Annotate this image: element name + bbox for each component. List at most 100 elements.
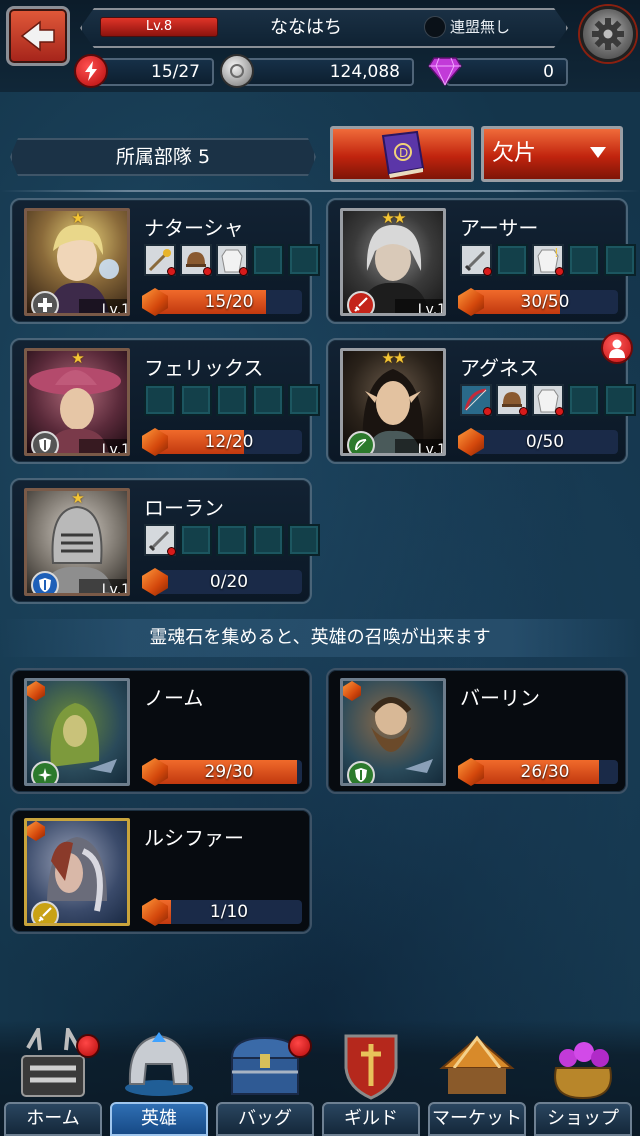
helmet-icon bbox=[116, 1028, 202, 1100]
hero-name: バーリン bbox=[460, 686, 540, 710]
equipment-slot-empty[interactable] bbox=[180, 384, 212, 416]
equipment-slot-sword[interactable] bbox=[460, 244, 492, 276]
hero-level: Lv.12 bbox=[395, 299, 443, 313]
soul-progress-bar: 0/50 bbox=[472, 430, 618, 454]
soul-progress-bar: 0/20 bbox=[156, 570, 302, 594]
hero-name: ローラン bbox=[144, 496, 224, 520]
soul-progress-text: 26/30 bbox=[520, 762, 570, 782]
alliance-icon bbox=[424, 16, 446, 38]
summon-card-gnome[interactable]: ノーム 29/30 bbox=[10, 668, 312, 794]
hero-stars: ★★ bbox=[381, 209, 407, 227]
market-tent-icon bbox=[434, 1028, 520, 1100]
equipment-slot-sword[interactable] bbox=[144, 524, 176, 556]
shield-icon bbox=[31, 571, 59, 593]
hero-portrait: ★ Lv.12 bbox=[24, 348, 130, 456]
hero-level: Lv.12 bbox=[395, 439, 443, 453]
equipment-slot-helmet[interactable] bbox=[496, 384, 528, 416]
equipment-slot-empty[interactable] bbox=[604, 244, 636, 276]
soul-progress-text: 12/20 bbox=[204, 432, 254, 452]
hero-level: Lv.12 bbox=[79, 439, 127, 453]
equipment-slot-armor[interactable] bbox=[216, 244, 248, 276]
hero-stars: ★ bbox=[71, 349, 84, 367]
soul-progress-bar: 29/30 bbox=[156, 760, 302, 784]
equipment-slot-empty[interactable] bbox=[216, 384, 248, 416]
stamina-icon bbox=[74, 54, 108, 88]
notification-badge[interactable] bbox=[601, 332, 633, 364]
equipment-slot-empty[interactable] bbox=[252, 244, 284, 276]
gem-icon bbox=[428, 54, 462, 88]
hero-portrait: ★★ Lv.12 bbox=[340, 348, 446, 456]
equipment-slots: ! bbox=[460, 244, 636, 278]
hero-name: アーサー bbox=[460, 216, 539, 240]
equipment-slot-empty[interactable] bbox=[252, 524, 284, 556]
summon-card-balin[interactable]: バーリン 26/30 bbox=[326, 668, 628, 794]
equipment-slot-empty[interactable] bbox=[288, 244, 320, 276]
equipment-slot-helmet[interactable] bbox=[180, 244, 212, 276]
hero-card-felix[interactable]: ★ Lv.12 フェリックス 12/20 bbox=[10, 338, 320, 464]
nav-shop[interactable]: ショップ bbox=[530, 1024, 636, 1136]
soul-progress-text: 0/50 bbox=[525, 432, 565, 452]
soul-progress-bar: 15/20 bbox=[156, 290, 302, 314]
equipment-slot-staff[interactable] bbox=[144, 244, 176, 276]
chevron-down-icon bbox=[590, 147, 606, 158]
equipment-slot-armor[interactable] bbox=[532, 384, 564, 416]
nav-guild[interactable]: ギルド bbox=[318, 1024, 424, 1136]
equipment-slot-empty[interactable] bbox=[144, 384, 176, 416]
coin-counter: 124,088 bbox=[238, 58, 414, 86]
hero-card-agnes[interactable]: ★★ Lv.12 アグネス 0/50 bbox=[326, 338, 636, 464]
equipment-slot-empty[interactable] bbox=[252, 384, 284, 416]
sparkle-icon bbox=[31, 761, 59, 783]
hero-portrait: ★ Lv.11 bbox=[24, 488, 130, 596]
soul-progress-bar: 26/30 bbox=[472, 760, 618, 784]
hero-portrait: ★★ Lv.12 bbox=[340, 208, 446, 316]
player-level-bar: Lv.8 bbox=[100, 17, 218, 37]
fragment-filter-label: 欠片 bbox=[492, 141, 537, 166]
equipment-slot-armor[interactable]: ! bbox=[532, 244, 564, 276]
stamina-counter: 15/27 bbox=[92, 58, 214, 86]
equipment-slot-empty[interactable] bbox=[216, 524, 248, 556]
hero-book-button[interactable]: D bbox=[330, 126, 474, 182]
equipment-slot-empty[interactable] bbox=[568, 384, 600, 416]
back-arrow-icon bbox=[20, 20, 55, 52]
back-button[interactable] bbox=[6, 6, 70, 66]
equipment-slots bbox=[144, 244, 320, 278]
section-divider bbox=[0, 190, 640, 192]
guild-shield-icon bbox=[328, 1028, 414, 1100]
equipment-slots bbox=[460, 384, 636, 418]
fragment-filter-dropdown[interactable]: 欠片 bbox=[481, 126, 623, 182]
equipment-slot-empty[interactable] bbox=[496, 244, 528, 276]
settings-button[interactable] bbox=[580, 6, 636, 62]
hero-stars: ★ bbox=[71, 209, 84, 227]
equipment-slot-empty[interactable] bbox=[568, 244, 600, 276]
hero-name: ルシファー bbox=[144, 826, 244, 850]
nav-home[interactable]: ホーム bbox=[0, 1024, 106, 1136]
nav-label: ショップ bbox=[534, 1102, 632, 1136]
shield-icon bbox=[347, 761, 375, 783]
equipment-slot-empty[interactable] bbox=[180, 524, 212, 556]
shield-icon bbox=[31, 431, 59, 453]
hero-portrait bbox=[24, 678, 130, 786]
soul-progress-bar: 30/50 bbox=[472, 290, 618, 314]
hero-card-arthur[interactable]: ★★ Lv.12 アーサー ! 30/50 bbox=[326, 198, 636, 324]
nav-market[interactable]: マーケット bbox=[424, 1024, 530, 1136]
equipment-slot-empty[interactable] bbox=[604, 384, 636, 416]
equipment-slot-empty[interactable] bbox=[288, 524, 320, 556]
equipment-slots bbox=[144, 524, 320, 558]
nav-bag[interactable]: バッグ bbox=[212, 1024, 318, 1136]
soul-progress-text: 29/30 bbox=[204, 762, 254, 782]
hero-card-natasha[interactable]: ★ Lv.12 ナターシャ 15/20 bbox=[10, 198, 320, 324]
soul-progress-text: 0/20 bbox=[209, 572, 249, 592]
team-label: 所属部隊 5 bbox=[10, 138, 316, 176]
hero-portrait bbox=[24, 818, 130, 926]
svg-text:D: D bbox=[399, 146, 408, 160]
hero-stars: ★ bbox=[71, 489, 84, 507]
hero-level: Lv.11 bbox=[79, 579, 127, 593]
hero-card-roland[interactable]: ★ Lv.11 ローラン 0/20 bbox=[10, 478, 320, 604]
equipment-slot-bow[interactable] bbox=[460, 384, 492, 416]
summon-card-lucifer[interactable]: ルシファー 1/10 bbox=[10, 808, 312, 934]
notification-dot bbox=[288, 1034, 312, 1058]
hero-name: ノーム bbox=[144, 686, 204, 710]
equipment-slot-empty[interactable] bbox=[288, 384, 320, 416]
sword-icon bbox=[31, 901, 59, 923]
nav-hero[interactable]: 英雄 bbox=[106, 1024, 212, 1136]
